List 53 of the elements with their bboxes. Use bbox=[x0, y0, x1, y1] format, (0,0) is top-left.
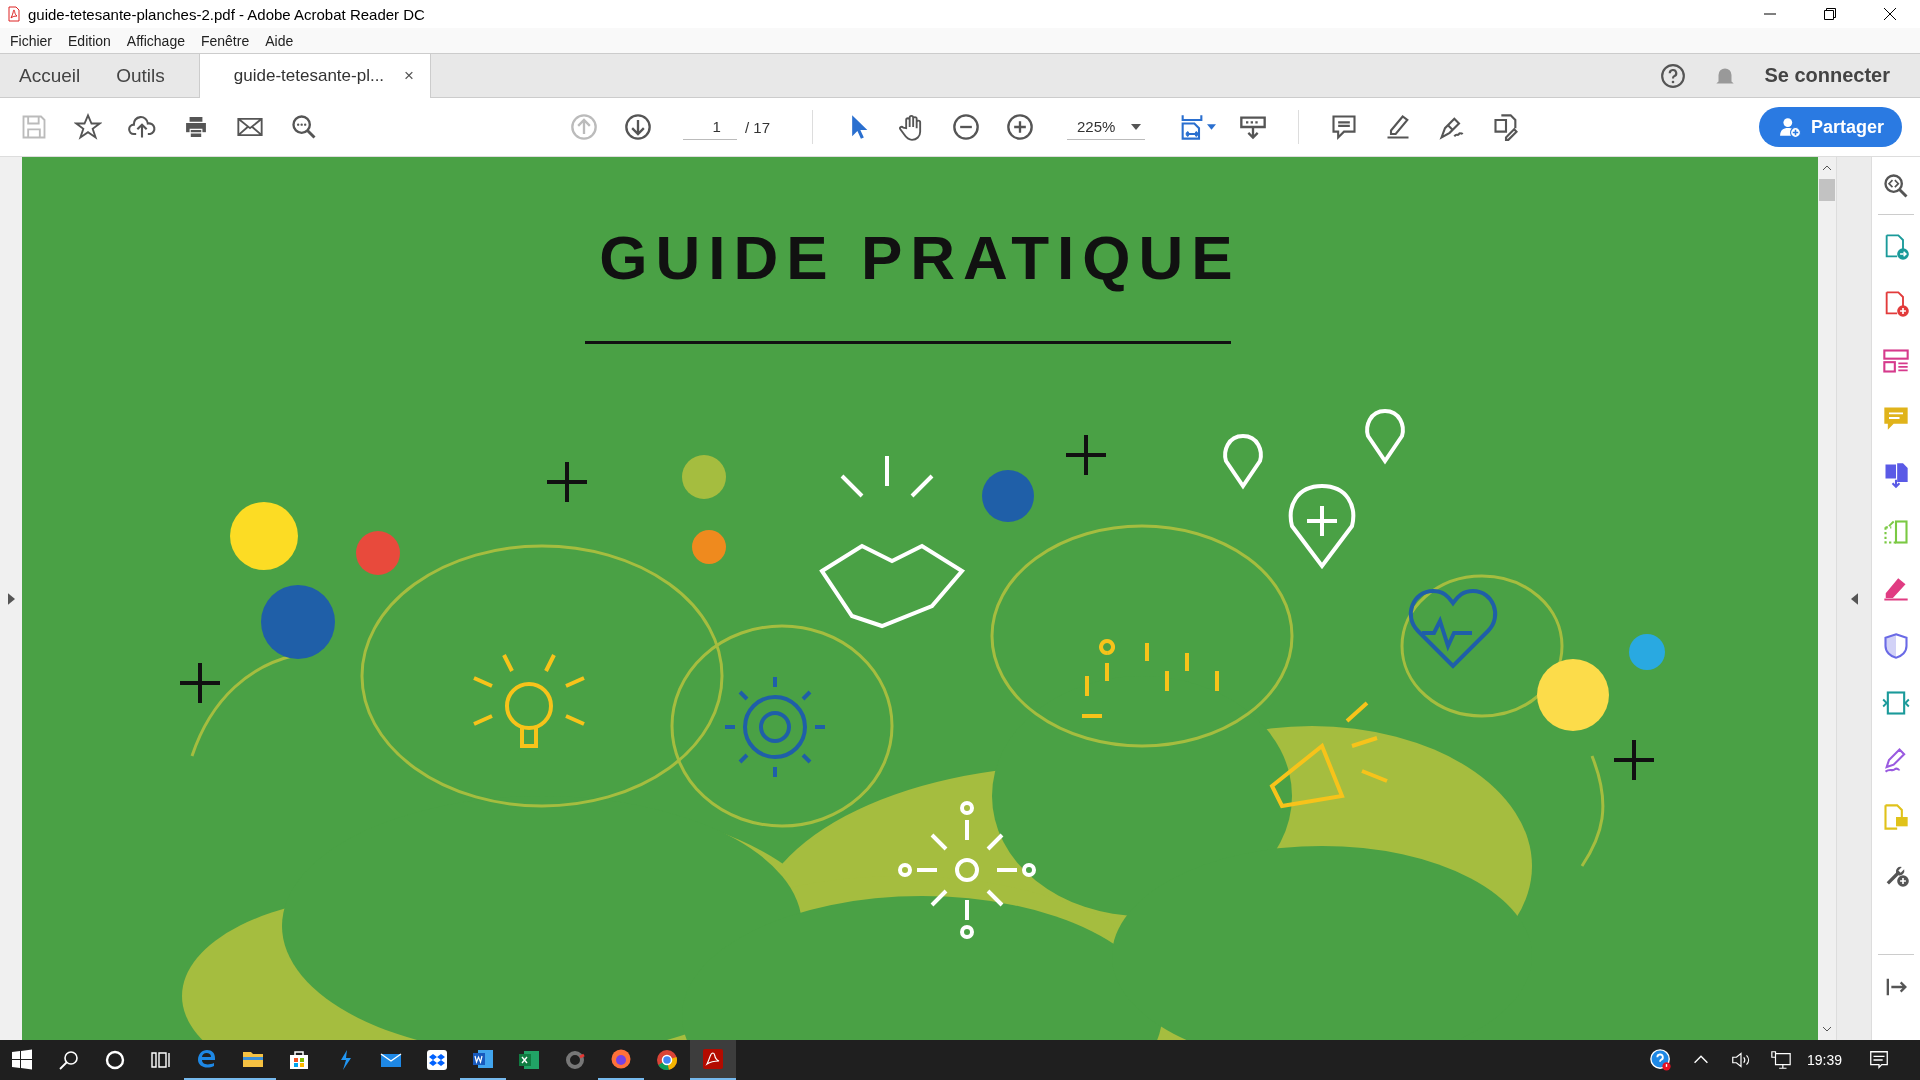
dropdown-caret-icon[interactable] bbox=[1207, 124, 1217, 130]
zoom-dropdown[interactable]: 225% bbox=[1067, 114, 1146, 140]
scrollbar-thumb[interactable] bbox=[1819, 179, 1835, 201]
shopping-bag-icon bbox=[287, 1048, 311, 1072]
zoom-icon[interactable] bbox=[1882, 172, 1910, 200]
menu-item[interactable]: Affichage bbox=[119, 32, 192, 49]
close-tab-button[interactable]: × bbox=[404, 66, 415, 86]
collapse-arrow-icon[interactable] bbox=[1850, 592, 1858, 605]
ring-icon bbox=[563, 1048, 587, 1072]
menu-item[interactable]: Fenêtre bbox=[193, 32, 257, 49]
scroll-down-icon[interactable] bbox=[1822, 1026, 1832, 1032]
menu-item[interactable]: Aide bbox=[258, 32, 301, 49]
organize-pages-icon[interactable] bbox=[1882, 347, 1910, 375]
volume-icon[interactable] bbox=[1729, 1049, 1752, 1071]
notifications-icon[interactable] bbox=[1868, 1049, 1890, 1071]
search-icon[interactable] bbox=[290, 113, 318, 141]
edit-document-icon[interactable] bbox=[1492, 113, 1521, 141]
scroll-up-icon[interactable] bbox=[1822, 165, 1832, 171]
star-icon[interactable] bbox=[74, 113, 102, 141]
compress-pdf-icon[interactable] bbox=[1882, 689, 1910, 717]
clock-time[interactable]: 19:39 bbox=[1806, 1052, 1842, 1068]
pdf-file-icon bbox=[6, 6, 22, 22]
browser-circle-icon bbox=[655, 1048, 679, 1072]
search-icon bbox=[57, 1048, 81, 1072]
cloud-upload-icon[interactable] bbox=[128, 113, 156, 141]
help-icon[interactable] bbox=[1660, 62, 1687, 89]
tab[interactable]: Outils bbox=[98, 54, 183, 97]
tab[interactable]: Accueil bbox=[0, 54, 99, 97]
window-title: guide-tetesante-planches-2.pdf - Adobe Acrobat Reader DC bbox=[28, 5, 425, 23]
menu-item[interactable]: Fichier bbox=[3, 32, 59, 49]
arrow-down-icon[interactable] bbox=[623, 113, 652, 141]
tab[interactable]: guide-tetesante-pl... × bbox=[198, 54, 432, 98]
shield-icon[interactable] bbox=[1882, 632, 1910, 660]
network-monitor-icon[interactable] bbox=[1769, 1049, 1792, 1071]
circle-icon bbox=[103, 1048, 127, 1072]
tab-label[interactable]: guide-tetesante-pl... bbox=[233, 66, 385, 86]
box-icon bbox=[425, 1048, 449, 1072]
page-number-field[interactable]: 1 bbox=[682, 114, 737, 140]
sign-in-link[interactable]: Se connecter bbox=[1764, 64, 1890, 87]
zoom-in-icon[interactable] bbox=[1006, 113, 1034, 141]
expand-arrow-icon[interactable] bbox=[7, 592, 15, 605]
menu-item[interactable]: Edition bbox=[61, 32, 118, 49]
page-count: / 17 bbox=[744, 118, 770, 136]
dropdown-caret-icon[interactable] bbox=[1131, 123, 1142, 130]
zoom-out-icon[interactable] bbox=[952, 113, 980, 141]
help-alert-icon[interactable] bbox=[1649, 1049, 1672, 1071]
fox-globe-icon bbox=[609, 1047, 633, 1071]
spreadsheet-icon bbox=[517, 1048, 541, 1072]
pdf-app-icon bbox=[701, 1047, 725, 1071]
comment-icon[interactable] bbox=[1330, 113, 1359, 141]
add-user-icon bbox=[1778, 116, 1801, 138]
share-button[interactable]: Partager bbox=[1758, 107, 1902, 147]
word-icon bbox=[471, 1047, 495, 1071]
